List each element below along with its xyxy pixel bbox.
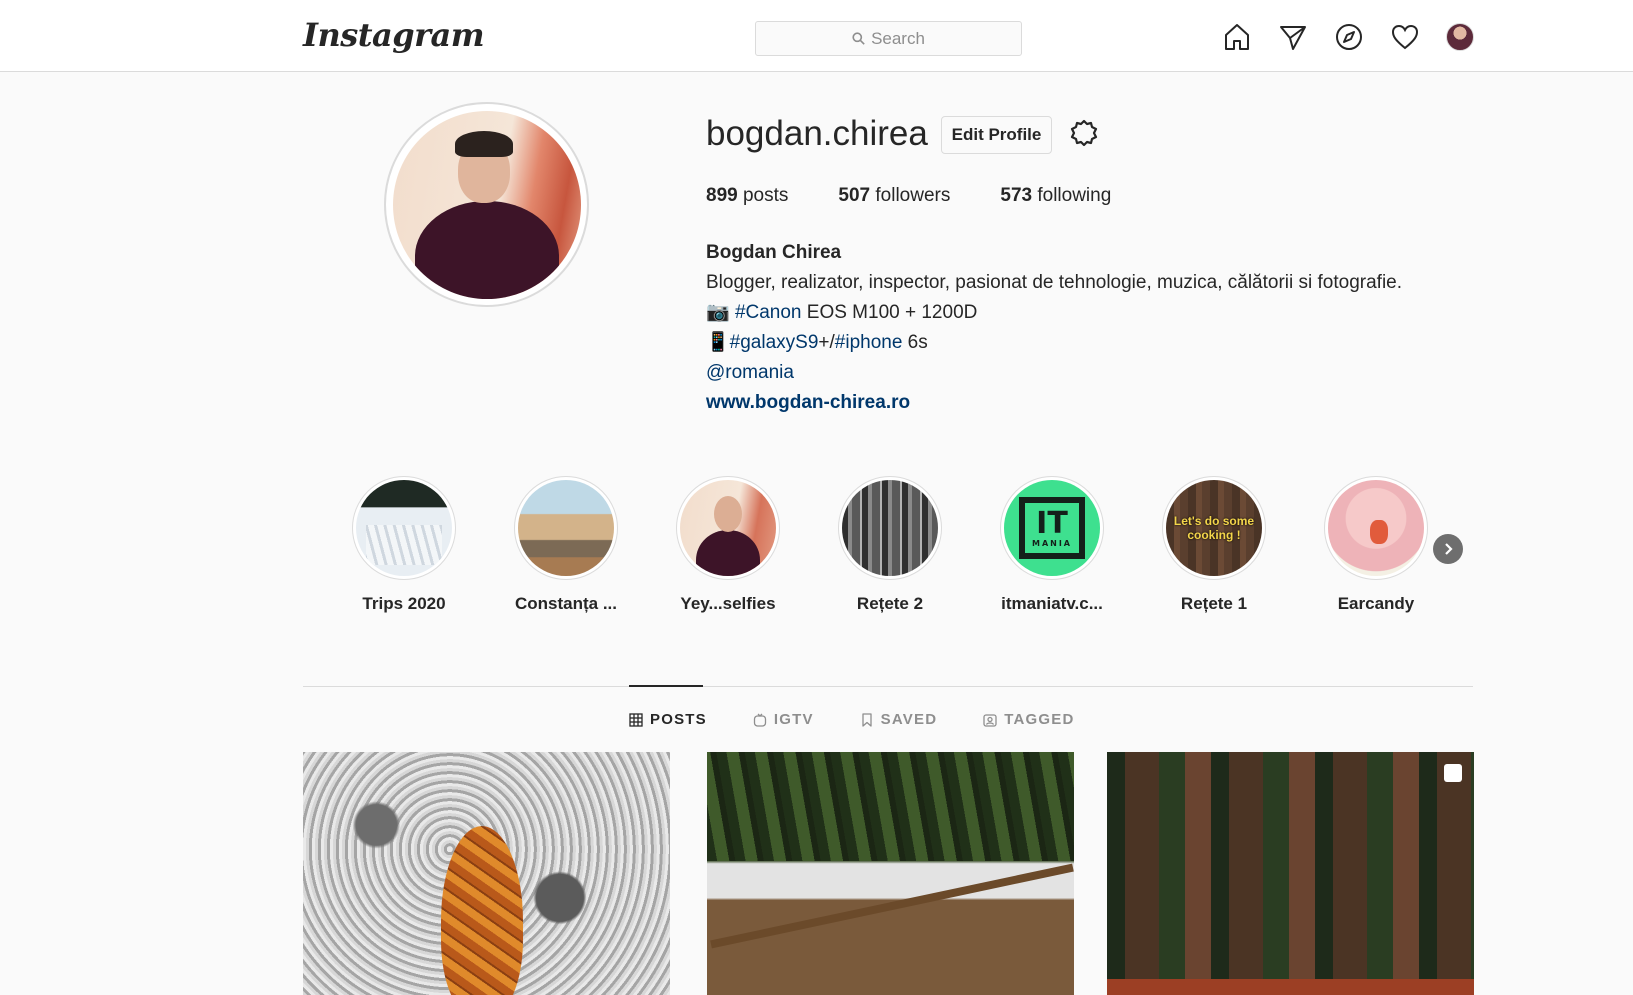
highlight-selfies[interactable]: Yey...selfies <box>676 476 780 614</box>
direct-icon[interactable] <box>1278 22 1308 52</box>
highlight-earcandy[interactable]: Earcandy <box>1324 476 1428 614</box>
hashtag-galaxys9[interactable]: #galaxyS9 <box>730 332 819 353</box>
highlight-label: itmaniatv.c... <box>1001 594 1103 613</box>
bio-line-3: 📱#galaxyS9+/#iphone 6s <box>706 332 928 353</box>
hashtag-iphone[interactable]: #iphone <box>835 332 903 353</box>
it-mania-logo: IT MANIA <box>1019 497 1085 559</box>
following-stat[interactable]: 573 following <box>1000 185 1111 207</box>
highlight-cover <box>842 480 938 576</box>
profile-bio: Bogdan Chirea Blogger, realizator, inspe… <box>706 238 1402 418</box>
highlight-retete-1[interactable]: Let's do some cooking ! Rețete 1 <box>1162 476 1266 614</box>
highlight-label: Constanța ... <box>514 594 617 613</box>
highlight-constanta[interactable]: Constanța ... <box>514 476 618 614</box>
highlights-next-button[interactable] <box>1433 534 1463 564</box>
igtv-icon <box>753 713 767 727</box>
post-thumbnail[interactable] <box>707 752 1074 995</box>
grid-icon <box>629 712 643 727</box>
tabs-divider <box>303 686 1473 687</box>
active-tab-indicator <box>629 685 703 687</box>
highlight-label: Rețete 1 <box>1180 594 1248 613</box>
profile-username: bogdan.chirea <box>706 114 928 153</box>
website-link[interactable]: www.bogdan-chirea.ro <box>706 392 910 413</box>
search-input[interactable]: Search <box>755 21 1022 56</box>
tab-posts[interactable]: POSTS <box>629 711 707 728</box>
search-icon <box>852 32 865 45</box>
carousel-icon <box>1444 764 1462 782</box>
highlight-cover <box>518 480 614 576</box>
posts-stat: 899 posts <box>706 185 789 206</box>
highlight-trips-2020[interactable]: Trips 2020 <box>352 476 456 614</box>
top-navigation-bar: Instagram Search <box>0 0 1633 72</box>
profile-full-name: Bogdan Chirea <box>706 242 842 263</box>
highlight-cover: IT MANIA <box>1004 480 1100 576</box>
highlight-label: Rețete 2 <box>856 594 924 613</box>
chevron-right-icon <box>1445 543 1453 555</box>
tagged-icon <box>983 713 997 727</box>
tab-tagged[interactable]: TAGGED <box>983 711 1074 728</box>
highlight-label: Trips 2020 <box>362 594 446 613</box>
explore-icon[interactable] <box>1334 22 1364 52</box>
highlight-cover <box>680 480 776 576</box>
highlight-label: Yey...selfies <box>680 594 776 613</box>
highlight-retete-2[interactable]: Rețete 2 <box>838 476 942 614</box>
hashtag-canon[interactable]: #Canon <box>735 302 802 323</box>
bio-line-1: Blogger, realizator, inspector, pasionat… <box>706 272 1403 293</box>
nav-icons <box>1222 22 1474 52</box>
settings-gear-icon[interactable] <box>1068 118 1100 150</box>
instagram-logo[interactable]: Instagram <box>303 16 485 54</box>
profile-tabs: POSTS IGTV SAVED TAGGED <box>629 711 1121 728</box>
story-highlights: Trips 2020 Constanța ... Yey...selfies R… <box>352 476 1428 614</box>
followers-stat[interactable]: 507 followers <box>838 185 950 207</box>
tab-saved[interactable]: SAVED <box>860 711 938 728</box>
bookmark-icon <box>862 712 872 727</box>
post-thumbnail[interactable] <box>303 752 670 995</box>
bio-line-2: 📷 #Canon EOS M100 + 1200D <box>706 302 978 323</box>
profile-photo <box>392 110 581 299</box>
post-thumbnail[interactable] <box>1107 752 1474 995</box>
profile-stats: 899 posts 507 followers 573 following <box>706 185 1111 207</box>
highlight-cover: Let's do some cooking ! <box>1166 480 1262 576</box>
profile-avatar-icon[interactable] <box>1446 23 1474 51</box>
highlight-itmaniatv[interactable]: IT MANIA itmaniatv.c... <box>1000 476 1104 614</box>
profile-picture[interactable] <box>384 102 589 307</box>
activity-heart-icon[interactable] <box>1390 22 1420 52</box>
edit-profile-button[interactable]: Edit Profile <box>941 116 1052 154</box>
highlight-cover <box>1328 480 1424 576</box>
home-icon[interactable] <box>1222 22 1252 52</box>
mention-romania[interactable]: @romania <box>706 362 794 383</box>
highlight-label: Earcandy <box>1337 594 1415 613</box>
tab-igtv[interactable]: IGTV <box>753 711 814 728</box>
highlight-cover <box>356 480 452 576</box>
search-placeholder: Search <box>871 28 925 48</box>
